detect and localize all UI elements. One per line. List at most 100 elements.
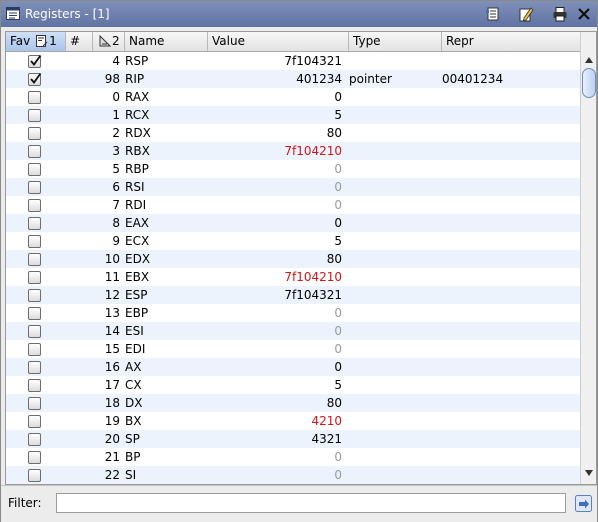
column-header-value[interactable]: Value (208, 32, 349, 51)
table-row[interactable]: 6 RSI 0 (6, 178, 580, 196)
register-type (349, 322, 439, 340)
column-header-repr[interactable]: Repr (442, 32, 580, 51)
print-icon (553, 7, 567, 22)
register-value: 0 (334, 450, 342, 464)
table-row[interactable]: 11 EBX 7f104210 (6, 268, 580, 286)
favorite-checkbox[interactable] (28, 289, 41, 302)
columns-icon (486, 7, 499, 21)
favorite-checkbox[interactable] (28, 145, 41, 158)
table-row[interactable]: 15 EDI 0 (6, 340, 580, 358)
table-row[interactable]: 5 RBP 0 (6, 160, 580, 178)
register-index: 0 (112, 90, 120, 104)
favorite-checkbox[interactable] (28, 307, 41, 320)
sort-ascending-icon (99, 35, 111, 47)
register-repr (442, 358, 572, 376)
table-row[interactable]: 18 DX 80 (6, 394, 580, 412)
favorite-checkbox[interactable] (28, 379, 41, 392)
table-row[interactable]: 1 RCX 5 (6, 106, 580, 124)
register-type (349, 178, 439, 196)
favorite-checkbox[interactable] (28, 72, 42, 86)
title-bar[interactable]: Registers - [1] (1, 1, 597, 27)
favorite-checkbox[interactable] (28, 397, 41, 410)
column-header-index[interactable]: # (66, 32, 93, 51)
favorite-checkbox[interactable] (28, 199, 41, 212)
favorite-checkbox[interactable] (28, 325, 41, 338)
table-row[interactable]: 7 RDI 0 (6, 196, 580, 214)
register-index: 22 (104, 468, 120, 482)
table-row[interactable]: 12 ESP 7f104321 (6, 286, 580, 304)
favorite-checkbox[interactable] (28, 181, 41, 194)
table-row[interactable]: 14 ESI 0 (6, 322, 580, 340)
favorite-checkbox[interactable] (28, 235, 41, 248)
register-repr (442, 286, 572, 304)
register-value: 7f104321 (284, 54, 342, 68)
table-row[interactable]: 0 RAX 0 (6, 88, 580, 106)
register-type (349, 232, 439, 250)
table-row[interactable]: 9 ECX 5 (6, 232, 580, 250)
register-repr (442, 214, 572, 232)
scrollbar-thumb[interactable] (582, 68, 596, 98)
favorite-checkbox[interactable] (28, 253, 41, 266)
register-repr (442, 160, 572, 178)
register-index: 16 (104, 360, 120, 374)
table-row[interactable]: 20 SP 4321 (6, 430, 580, 448)
table-row[interactable]: 19 BX 4210 (6, 412, 580, 430)
table-row[interactable]: 21 BP 0 (6, 448, 580, 466)
favorite-checkbox[interactable] (28, 91, 41, 104)
table-row[interactable]: 3 RBX 7f104210 (6, 142, 580, 160)
scroll-down-icon[interactable] (584, 468, 594, 478)
edit-button[interactable] (516, 4, 536, 24)
favorite-checkbox[interactable] (28, 271, 41, 284)
register-type (349, 304, 439, 322)
favorite-checkbox[interactable] (28, 343, 41, 356)
apply-filter-icon[interactable] (575, 495, 592, 512)
register-type (349, 88, 439, 106)
close-button[interactable] (574, 4, 594, 24)
column-header-name[interactable]: Name (125, 32, 208, 51)
register-repr (442, 412, 572, 430)
table-row[interactable]: 2 RDX 80 (6, 124, 580, 142)
vertical-scrollbar[interactable] (580, 32, 596, 484)
table-row[interactable]: 13 EBP 0 (6, 304, 580, 322)
favorite-checkbox[interactable] (28, 127, 41, 140)
register-value: 5 (334, 108, 342, 122)
favorite-checkbox[interactable] (28, 163, 41, 176)
favorite-checkbox[interactable] (28, 451, 41, 464)
window-menu-icon[interactable] (6, 7, 20, 20)
register-repr (442, 376, 572, 394)
register-repr (442, 448, 572, 466)
table-row[interactable]: 4 RSP 7f104321 (6, 52, 580, 70)
favorite-checkbox[interactable] (28, 54, 42, 68)
filter-input[interactable] (56, 493, 566, 513)
favorite-checkbox[interactable] (28, 109, 41, 122)
favorite-checkbox[interactable] (28, 433, 41, 446)
favorite-checkbox[interactable] (28, 217, 41, 230)
register-value: 0 (334, 90, 342, 104)
table-row[interactable]: 98 RIP 401234 pointer 00401234 (6, 70, 580, 88)
register-value: 0 (334, 468, 342, 482)
table-row[interactable]: 16 AX 0 (6, 358, 580, 376)
column-header-fav[interactable]: Fav 1 (6, 32, 66, 51)
register-value: 7f104321 (284, 288, 342, 302)
column-header-sort-secondary[interactable]: 2 (93, 32, 125, 51)
register-value: 80 (326, 126, 342, 140)
favorite-checkbox[interactable] (28, 469, 41, 482)
favorite-checkbox[interactable] (28, 361, 41, 374)
table-row[interactable]: 22 SI 0 (6, 466, 580, 484)
column-header-type[interactable]: Type (349, 32, 442, 51)
table-row[interactable]: 17 CX 5 (6, 376, 580, 394)
print-button[interactable] (550, 4, 570, 24)
register-type (349, 340, 439, 358)
table-row[interactable]: 8 EAX 0 (6, 214, 580, 232)
register-index: 4 (112, 54, 120, 68)
sort-descending-icon (36, 35, 48, 47)
register-index: 3 (112, 144, 120, 158)
register-name: DX (125, 396, 143, 410)
favorite-checkbox[interactable] (28, 415, 41, 428)
table-row[interactable]: 10 EDX 80 (6, 250, 580, 268)
register-type (349, 358, 439, 376)
register-type (349, 448, 439, 466)
scroll-up-icon[interactable] (584, 55, 594, 65)
columns-button[interactable] (483, 4, 503, 24)
register-type (349, 142, 439, 160)
